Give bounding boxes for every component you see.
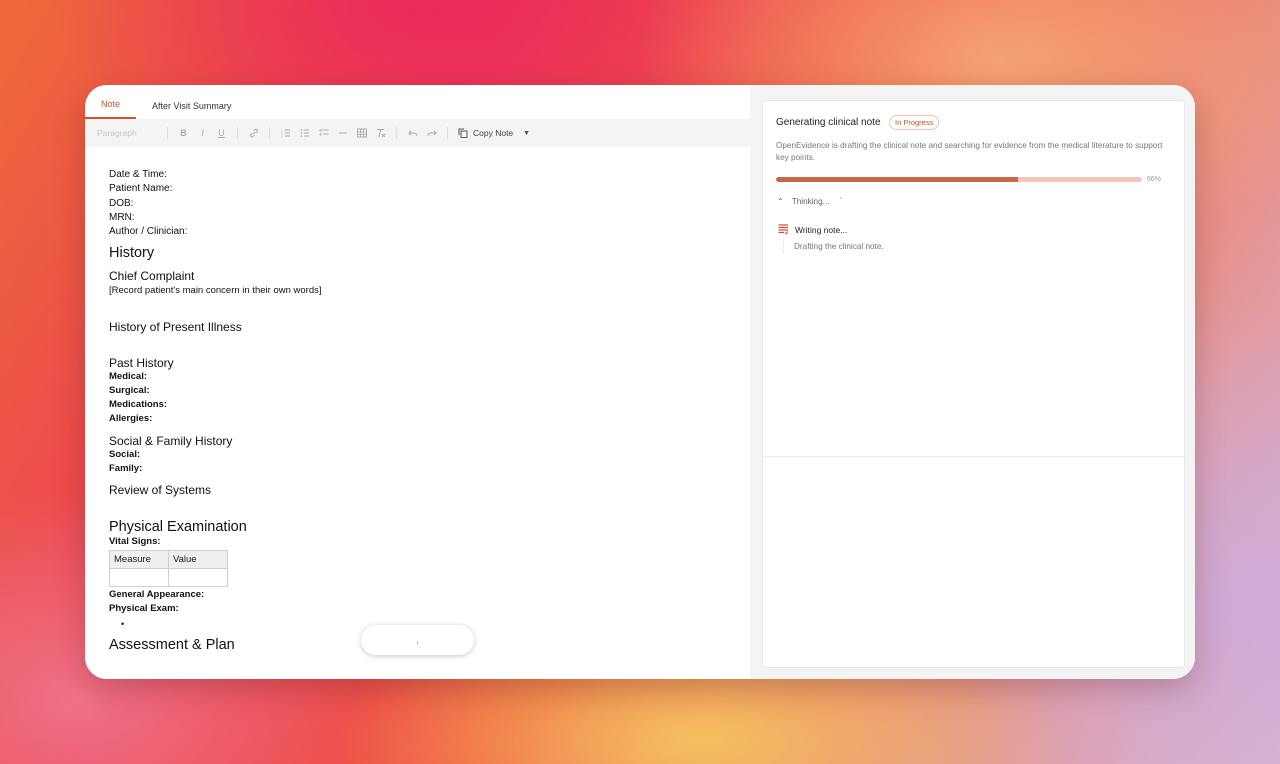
toolbar-divider — [269, 127, 270, 139]
chief-complaint-heading: Chief Complaint — [109, 269, 195, 284]
tab-after-visit-summary[interactable]: After Visit Summary — [136, 85, 247, 119]
link-icon[interactable] — [244, 124, 263, 142]
app-window: Note After Visit Summary Paragraph B I U… — [85, 85, 1195, 679]
document-icon — [778, 224, 789, 235]
copy-note-label: Copy Note — [473, 128, 514, 138]
floating-action-pill[interactable]: , — [361, 625, 474, 655]
chief-complaint-text: [Record patient's main concern in their … — [109, 285, 322, 297]
thinking-label: Thinking... — [791, 197, 830, 206]
generation-description: OpenEvidence is drafting the clinical no… — [776, 141, 1163, 162]
ordered-list-icon[interactable]: 123 — [276, 124, 295, 142]
underline-icon[interactable]: U — [212, 124, 231, 142]
vital-signs-label: Vital Signs: — [109, 535, 161, 547]
vitals-table[interactable]: Measure Value — [109, 550, 228, 588]
clear-format-icon[interactable] — [371, 124, 390, 142]
generation-card: Generating clinical note In Progress Ope… — [762, 100, 1186, 668]
history-heading: History — [109, 245, 155, 262]
meta-date-time: Date & Time: — [109, 169, 167, 180]
vitals-header-value: Value — [168, 550, 228, 570]
floating-pill-text: , — [416, 635, 419, 645]
vitals-header-measure: Measure — [109, 550, 169, 570]
chevron-down-icon[interactable]: ▼ — [523, 130, 530, 137]
step-connector — [783, 238, 784, 254]
general-appearance-label: General Appearance: — [109, 589, 205, 601]
editor-tabs: Note After Visit Summary — [85, 85, 750, 119]
redo-icon[interactable] — [422, 124, 441, 142]
generation-side-panel: Generating clinical note In Progress Ope… — [750, 85, 1195, 679]
toolbar-divider — [167, 127, 168, 139]
toolbar-divider — [237, 127, 238, 139]
past-history-allergies: Allergies: — [109, 413, 153, 425]
past-history-medications: Medications: — [109, 399, 168, 411]
toolbar-divider — [447, 127, 448, 139]
copy-icon — [458, 128, 468, 138]
progress-bar-fill — [776, 177, 1018, 182]
bold-icon[interactable]: B — [174, 124, 193, 142]
status-badge: In Progress — [889, 115, 940, 130]
ros-heading: Review of Systems — [109, 482, 212, 497]
vitals-cell[interactable] — [168, 568, 228, 588]
step-title: Writing note... — [795, 225, 848, 235]
bullet-list-icon[interactable] — [295, 124, 314, 142]
meta-mrn: MRN: — [109, 211, 135, 223]
copy-note-button[interactable]: Copy Note ▼ — [458, 128, 530, 138]
horizontal-rule-icon[interactable] — [333, 124, 352, 142]
paragraph-style-select[interactable]: Paragraph — [97, 128, 161, 138]
hpi-heading: History of Present Illness — [109, 319, 242, 334]
past-history-surgical: Surgical: — [109, 384, 150, 396]
meta-dob: DOB: — [109, 197, 134, 209]
table-icon[interactable] — [352, 124, 371, 142]
meta-author: Author / Clinician: — [109, 226, 188, 238]
note-editor: Note After Visit Summary Paragraph B I U… — [85, 85, 750, 679]
step-description: Drafting the clinical note. — [794, 242, 884, 251]
progress-percent: 66% — [1147, 176, 1162, 183]
chevron-up-icon: ⌃ — [777, 197, 784, 206]
past-history-medical: Medical: — [109, 370, 148, 382]
toolbar-divider — [396, 127, 397, 139]
formatting-toolbar: Paragraph B I U 123 Copy Note ▼ — [85, 119, 750, 147]
note-document[interactable]: Date & Time: Patient Name: DOB: MRN: Aut… — [109, 168, 729, 653]
card-divider — [763, 456, 1186, 457]
checklist-icon[interactable] — [314, 124, 333, 142]
undo-icon[interactable] — [403, 124, 422, 142]
thinking-toggle[interactable]: ⌃ Thinking... ` — [777, 197, 842, 206]
physical-exam-heading: Physical Examination — [109, 518, 247, 535]
svg-text:3: 3 — [281, 135, 283, 139]
vitals-cell[interactable] — [109, 568, 169, 588]
thinking-indicator: ` — [839, 197, 843, 206]
meta-patient-name: Patient Name: — [109, 183, 173, 195]
past-history-heading: Past History — [109, 355, 174, 370]
social-history-label: Social: — [109, 448, 141, 460]
progress-bar — [776, 177, 1142, 182]
family-history-label: Family: — [109, 462, 143, 474]
social-family-heading: Social & Family History — [109, 433, 233, 448]
italic-icon[interactable]: I — [193, 124, 212, 142]
physical-exam-label: Physical Exam: — [109, 603, 179, 615]
generation-title: Generating clinical note — [776, 117, 881, 128]
tab-note[interactable]: Note — [85, 85, 137, 119]
